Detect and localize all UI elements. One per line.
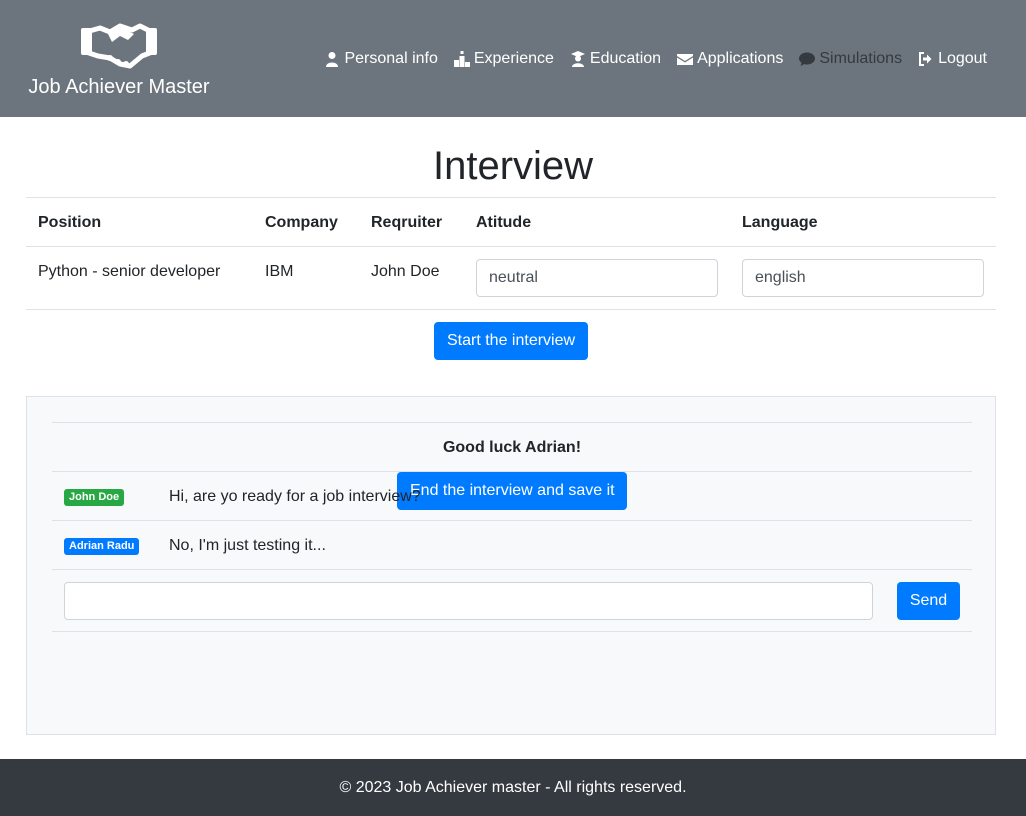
- main-nav: Personal info Experience Education Appli…: [308, 48, 987, 70]
- column-header-recruiter: Reqruiter: [359, 197, 464, 247]
- column-header-attitude: Atitude: [464, 197, 730, 247]
- message-text: No, I'm just testing it...: [169, 537, 326, 554]
- nav-personal-info-label: Personal info: [344, 50, 438, 67]
- cell-recruiter: John Doe: [359, 246, 464, 310]
- start-interview-button[interactable]: Start the interview: [434, 322, 588, 360]
- nav-logout[interactable]: Logout: [918, 50, 987, 68]
- cell-language: english: [730, 246, 996, 310]
- nav-applications-label: Applications: [697, 50, 784, 67]
- cell-attitude: neutral: [464, 246, 730, 310]
- nav-simulations[interactable]: Simulations: [799, 50, 902, 68]
- page-title: Interview: [432, 144, 594, 188]
- chat-bubble-icon: [799, 52, 816, 66]
- podium-icon: [453, 51, 470, 67]
- table-row: Python - senior developer IBM John Doe n…: [26, 246, 996, 310]
- envelope-icon: [677, 54, 694, 65]
- chat-message: Adrian Radu No, I'm just testing it...: [52, 520, 972, 569]
- nav-education[interactable]: Education: [570, 50, 661, 68]
- attitude-input[interactable]: neutral: [476, 259, 718, 297]
- column-header-language: Language: [730, 197, 996, 247]
- user-icon: [326, 52, 339, 67]
- nav-simulations-label: Simulations: [819, 50, 903, 67]
- language-input[interactable]: english: [742, 259, 984, 297]
- logout-icon: [919, 52, 932, 66]
- handshake-icon: [81, 23, 157, 69]
- chat-message: John Doe Hi, are yo ready for a job inte…: [52, 471, 972, 520]
- chat-table: Good luck Adrian! John Doe Hi, are yo re…: [52, 422, 972, 632]
- footer: © 2023 Job Achiever master - All rights …: [0, 759, 1026, 816]
- cell-company: IBM: [253, 246, 359, 310]
- cell-position: Python - senior developer: [26, 246, 253, 310]
- column-header-company: Company: [253, 197, 359, 247]
- sender-badge: Adrian Radu: [64, 538, 140, 555]
- nav-personal-info[interactable]: Personal info: [324, 50, 438, 68]
- column-header-position: Position: [26, 197, 253, 247]
- nav-logout-label: Logout: [938, 50, 987, 67]
- send-button[interactable]: Send: [897, 582, 960, 620]
- chat-input-row: Send: [52, 569, 972, 632]
- footer-copyright: © 2023 Job Achiever master - All rights …: [339, 779, 687, 796]
- chat-greeting: Good luck Adrian!: [52, 422, 972, 471]
- graduate-icon: [570, 51, 585, 67]
- brand[interactable]: Job Achiever Master: [27, 18, 211, 99]
- chat-message-input[interactable]: [64, 582, 873, 620]
- brand-title[interactable]: Job Achiever Master: [27, 76, 211, 99]
- table-header-row: Position Company Reqruiter Atitude Langu…: [26, 197, 996, 247]
- interview-table: Position Company Reqruiter Atitude Langu…: [26, 197, 996, 310]
- chat-panel: End the interview and save it Good luck …: [26, 396, 996, 735]
- nav-experience[interactable]: Experience: [453, 50, 554, 68]
- sender-badge: John Doe: [64, 489, 125, 506]
- nav-applications[interactable]: Applications: [677, 50, 783, 68]
- message-text: Hi, are yo ready for a job interview?: [169, 488, 421, 505]
- nav-experience-label: Experience: [473, 50, 554, 67]
- nav-education-label: Education: [589, 50, 662, 67]
- header-navbar: Job Achiever Master Personal info Experi…: [0, 0, 1026, 117]
